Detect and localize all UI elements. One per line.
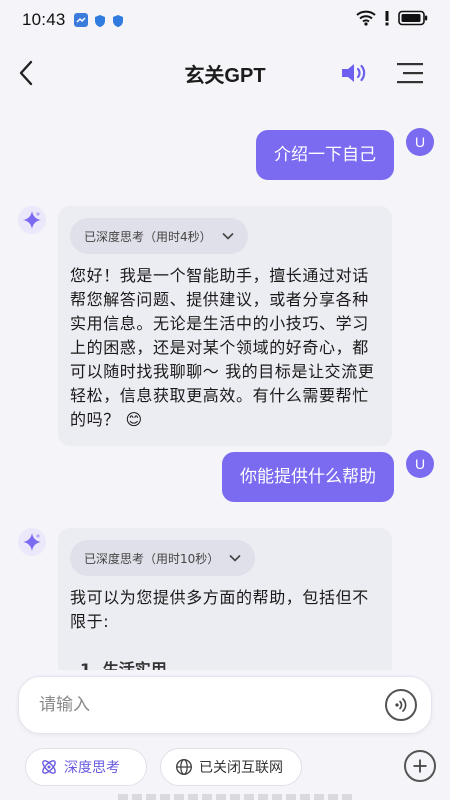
ai-avatar	[18, 528, 46, 556]
status-bar: 10:43	[0, 0, 450, 40]
voice-button[interactable]	[385, 689, 417, 721]
chevron-down-icon	[229, 551, 241, 565]
deep-think-toggle[interactable]: 深度思考	[25, 748, 147, 786]
app-badge-icon	[73, 13, 88, 27]
speaker-button[interactable]	[338, 58, 370, 88]
chat-area[interactable]: 介绍一下自己 U 已深度思考（用时4秒） 您好！我是一个智能助手，擅长通过对话帮…	[0, 110, 450, 670]
status-time: 10:43	[22, 10, 66, 29]
header: 玄关GPT	[0, 44, 450, 102]
thinking-toggle[interactable]: 已深度思考（用时10秒）	[70, 540, 256, 576]
internet-label: 已关闭互联网	[199, 760, 283, 776]
alert-icon	[382, 10, 392, 30]
atom-icon	[40, 758, 58, 776]
plus-icon	[413, 759, 427, 773]
assistant-bubble[interactable]: 已深度思考（用时10秒） 我可以为您提供多方面的帮助，包括但不限于: 1. 生活…	[58, 528, 392, 670]
thinking-label: 已深度思考（用时10秒）	[84, 551, 220, 566]
deep-think-label: 深度思考	[64, 760, 120, 776]
smile-emoji: 😊	[125, 410, 143, 429]
battery-icon	[398, 10, 428, 30]
thinking-toggle[interactable]: 已深度思考（用时4秒）	[70, 218, 248, 254]
sparkle-icon	[23, 533, 41, 551]
assistant-message: 已深度思考（用时4秒） 您好！我是一个智能助手，擅长通过对话帮您解答问题、提供建…	[18, 206, 392, 446]
assistant-text: 您好！我是一个智能助手，擅长通过对话帮您解答问题、提供建议，或者分享各种实用信息…	[70, 266, 375, 429]
voice-icon	[395, 698, 407, 712]
plus-button[interactable]	[404, 750, 436, 782]
avatar: U	[406, 128, 434, 156]
back-button[interactable]	[12, 58, 40, 88]
speaker-icon	[342, 64, 366, 82]
sparkle-icon	[23, 211, 41, 229]
chevron-down-icon	[222, 229, 234, 243]
nav-indicator	[118, 794, 356, 800]
globe-icon	[175, 758, 193, 776]
thinking-label: 已深度思考（用时4秒）	[84, 229, 212, 244]
assistant-message: 已深度思考（用时10秒） 我可以为您提供多方面的帮助，包括但不限于: 1. 生活…	[18, 528, 392, 670]
assistant-text: 我可以为您提供多方面的帮助，包括但不限于:	[70, 588, 369, 631]
bottom-toolbar: 深度思考 已关闭互联网	[0, 748, 450, 788]
avatar: U	[406, 450, 434, 478]
user-message: 介绍一下自己 U	[256, 128, 434, 180]
back-icon	[19, 60, 33, 86]
menu-button[interactable]	[394, 58, 426, 88]
user-bubble[interactable]: 你能提供什么帮助	[222, 452, 394, 502]
shield-icon	[112, 13, 124, 27]
input-box	[18, 676, 432, 734]
shield-icon	[94, 13, 106, 27]
ai-avatar	[18, 206, 46, 234]
user-bubble[interactable]: 介绍一下自己	[256, 130, 394, 180]
internet-toggle[interactable]: 已关闭互联网	[160, 748, 302, 786]
user-message: 你能提供什么帮助 U	[222, 450, 434, 502]
menu-icon	[397, 63, 423, 84]
page-title: 玄关GPT	[184, 64, 266, 87]
message-input[interactable]	[39, 695, 385, 715]
list-item: 1. 生活实用	[80, 660, 167, 670]
wifi-icon	[356, 10, 376, 30]
assistant-bubble[interactable]: 已深度思考（用时4秒） 您好！我是一个智能助手，擅长通过对话帮您解答问题、提供建…	[58, 206, 392, 446]
